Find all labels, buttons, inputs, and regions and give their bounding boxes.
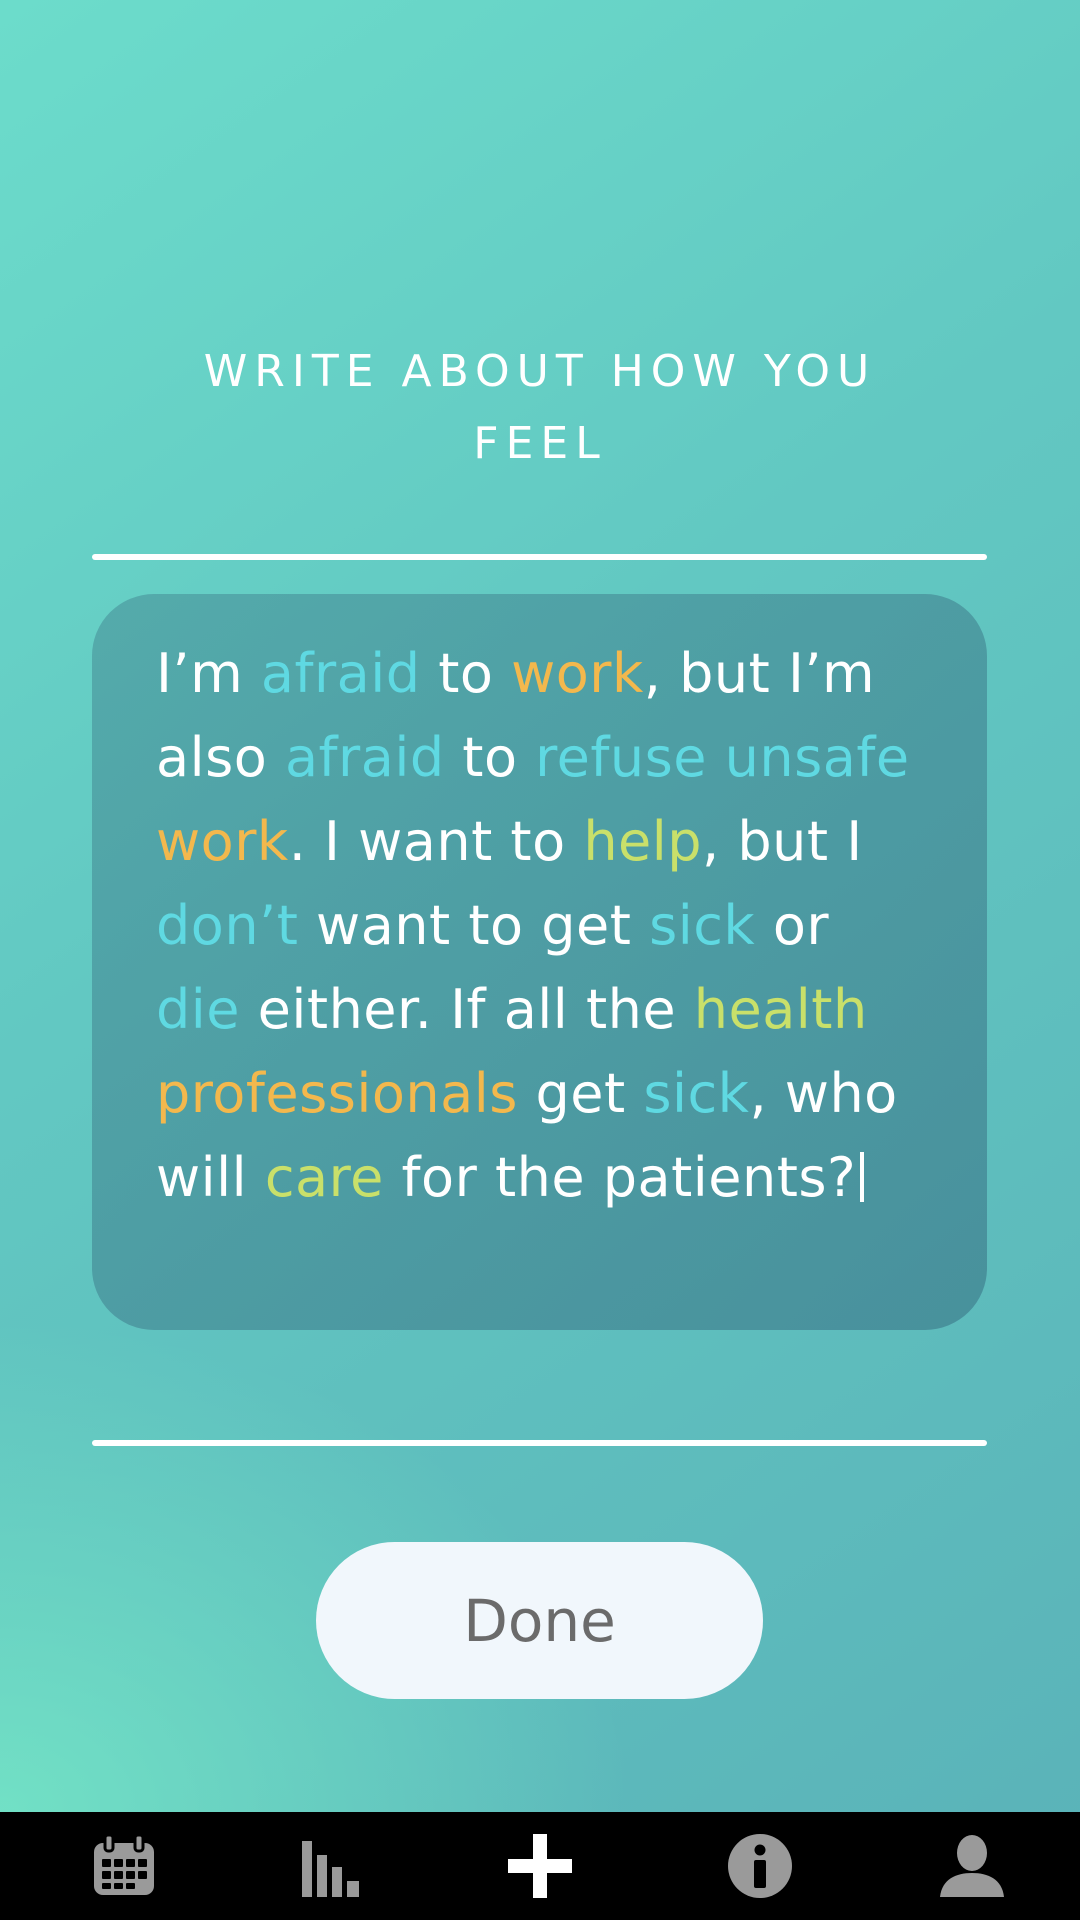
bottom-divider — [92, 1440, 987, 1446]
entry-text-segment: get — [517, 1062, 644, 1125]
entry-text-segment — [910, 726, 928, 789]
highlighted-word: health — [693, 978, 868, 1041]
entry-text-segment: to — [420, 642, 512, 705]
entry-text-segment: want to get — [298, 894, 650, 957]
prompt-title: WRITE ABOUT HOW YOU FEEL — [203, 346, 877, 469]
text-cursor — [860, 1152, 865, 1202]
journal-entry-field[interactable]: I’m afraid to work, but I’m also afraid … — [92, 594, 987, 1330]
entry-text-segment: or — [755, 894, 847, 957]
journal-entry-text: I’m afraid to work, but I’m also afraid … — [156, 632, 927, 1220]
highlighted-word: help — [583, 810, 703, 873]
tab-add-entry[interactable] — [432, 1812, 648, 1920]
person-icon — [940, 1835, 1004, 1897]
top-divider — [92, 554, 987, 560]
highlighted-word: afraid — [260, 642, 421, 705]
tab-profile[interactable] — [864, 1812, 1080, 1920]
entry-text-segment: . I want to — [288, 810, 584, 873]
entry-text-segment: I’m — [156, 642, 261, 705]
entry-text-segment: to — [444, 726, 536, 789]
entry-text-segment — [868, 978, 886, 1041]
bottom-tab-bar — [0, 1812, 1080, 1920]
highlighted-word: sick — [643, 1062, 750, 1125]
info-icon — [728, 1834, 792, 1898]
tab-info[interactable] — [652, 1812, 868, 1920]
highlighted-word: care — [264, 1146, 384, 1209]
highlighted-word: refuse unsafe — [535, 726, 910, 789]
highlighted-word: don’t — [156, 894, 299, 957]
highlighted-word: work — [156, 810, 289, 873]
highlighted-word: work — [511, 642, 644, 705]
calendar-icon — [94, 1833, 154, 1895]
tab-calendar[interactable] — [16, 1812, 232, 1920]
plus-icon — [508, 1834, 572, 1898]
done-button[interactable]: Done — [316, 1542, 763, 1699]
tab-statistics[interactable] — [224, 1812, 440, 1920]
highlighted-word: professionals — [156, 1062, 518, 1125]
entry-text-segment: , but I — [702, 810, 881, 873]
highlighted-word: die — [156, 978, 241, 1041]
bar-chart-icon — [302, 1841, 359, 1897]
entry-text-segment: for the patients? — [383, 1146, 857, 1209]
entry-text-segment: either. If all the — [240, 978, 694, 1041]
highlighted-word: sick — [649, 894, 756, 957]
highlighted-word: afraid — [284, 726, 445, 789]
